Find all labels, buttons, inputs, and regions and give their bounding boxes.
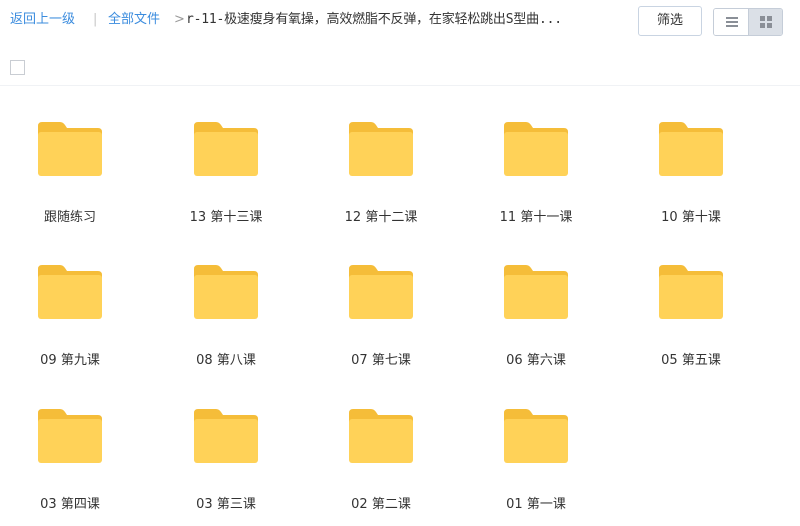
select-bar bbox=[0, 50, 800, 86]
all-files-link[interactable]: 全部文件 bbox=[108, 12, 160, 28]
folder-icon bbox=[38, 409, 102, 463]
breadcrumb-separator: | bbox=[93, 12, 98, 27]
list-view-button[interactable] bbox=[714, 9, 749, 35]
folder-name: 08 第八课 bbox=[196, 353, 256, 368]
folder-item[interactable]: 06 第六课 bbox=[496, 265, 626, 385]
folder-item[interactable]: 07 第七课 bbox=[341, 265, 471, 385]
folder-item[interactable]: 10 第十课 bbox=[651, 122, 781, 242]
folder-name: 13 第十三课 bbox=[189, 210, 263, 225]
folder-item[interactable]: 跟随练习 bbox=[30, 122, 160, 242]
folder-item[interactable]: 12 第十二课 bbox=[341, 122, 471, 242]
folder-name: 06 第六课 bbox=[506, 353, 566, 368]
folder-name: 05 第五课 bbox=[661, 353, 721, 368]
back-link[interactable]: 返回上一级 bbox=[10, 12, 75, 28]
folder-icon bbox=[659, 122, 723, 176]
folder-icon bbox=[38, 265, 102, 319]
folder-item[interactable]: 09 第九课 bbox=[30, 265, 160, 385]
grid-view-button[interactable] bbox=[749, 9, 782, 35]
folder-name: 12 第十二课 bbox=[344, 210, 418, 225]
folder-icon bbox=[504, 265, 568, 319]
folder-icon bbox=[194, 409, 258, 463]
folder-name: 03 第三课 bbox=[196, 497, 256, 512]
folder-icon bbox=[194, 122, 258, 176]
current-folder-title: r-11-极速瘦身有氧操，高效燃脂不反弹，在家轻松跳出S型曲... bbox=[186, 12, 562, 27]
folder-icon bbox=[349, 409, 413, 463]
folder-name: 01 第一课 bbox=[506, 497, 566, 512]
folder-item[interactable]: 02 第二课 bbox=[341, 409, 471, 526]
folder-icon bbox=[349, 265, 413, 319]
folder-name: 跟随练习 bbox=[43, 210, 96, 225]
folder-icon bbox=[659, 265, 723, 319]
folder-icon bbox=[349, 122, 413, 176]
top-toolbar: 返回上一级 | 全部文件 > r-11-极速瘦身有氧操，高效燃脂不反弹，在家轻松… bbox=[0, 0, 800, 42]
folder-item[interactable]: 03 第四课 bbox=[30, 409, 160, 526]
folder-name: 10 第十课 bbox=[661, 210, 721, 225]
folder-name: 11 第十一课 bbox=[499, 210, 573, 225]
folder-icon bbox=[38, 122, 102, 176]
folder-name: 09 第九课 bbox=[40, 353, 100, 368]
filter-button[interactable]: 筛选 bbox=[638, 6, 702, 36]
folder-name: 02 第二课 bbox=[351, 497, 411, 512]
folder-item[interactable]: 13 第十三课 bbox=[186, 122, 316, 242]
folder-name: 03 第四课 bbox=[40, 497, 100, 512]
chevron-right-icon: > bbox=[174, 12, 185, 27]
folder-icon bbox=[504, 122, 568, 176]
folder-item[interactable]: 08 第八课 bbox=[186, 265, 316, 385]
folder-icon bbox=[194, 265, 258, 319]
folder-name: 07 第七课 bbox=[351, 353, 411, 368]
folder-item[interactable]: 01 第一课 bbox=[496, 409, 626, 526]
folder-item[interactable]: 05 第五课 bbox=[651, 265, 781, 385]
select-all-checkbox[interactable] bbox=[10, 60, 25, 75]
folder-item[interactable]: 11 第十一课 bbox=[496, 122, 626, 242]
folder-icon bbox=[504, 409, 568, 463]
folder-item[interactable]: 03 第三课 bbox=[186, 409, 316, 526]
view-mode-toggle bbox=[713, 8, 783, 36]
